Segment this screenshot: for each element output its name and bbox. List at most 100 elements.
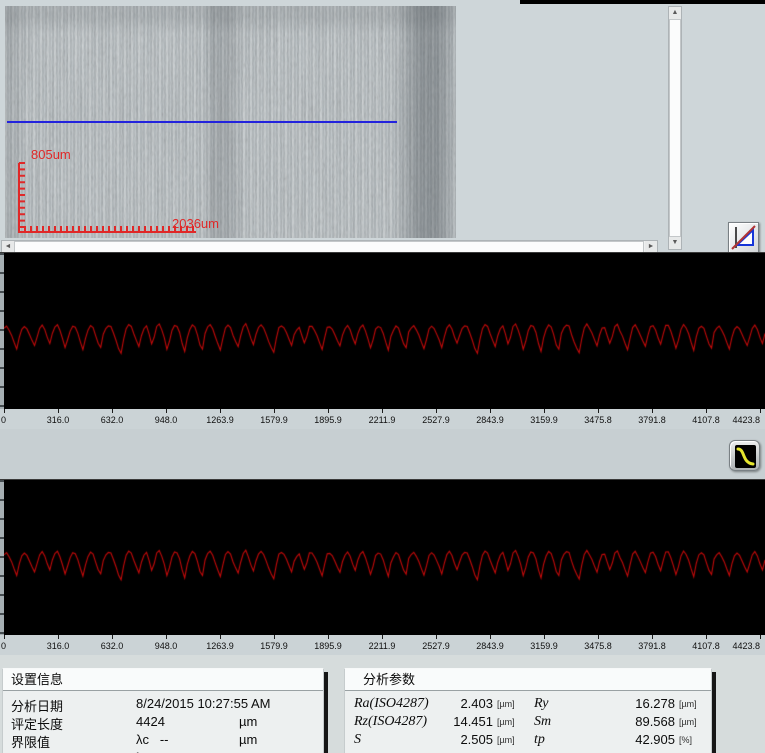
x-axis-tick [112, 409, 113, 413]
x-axis-tick [274, 409, 275, 413]
x-axis-tick-label: 1579.9 [260, 415, 288, 425]
x-axis-tick-label: 0 [1, 415, 6, 425]
x-axis-tick-label: 4423.8 [732, 415, 760, 425]
x-axis-tick-label: 4107.8 [692, 415, 720, 425]
x-axis-tick-label: 2843.9 [476, 415, 504, 425]
param-value: 16.278 [581, 696, 675, 711]
analysis-row-rz-sm: Rz(ISO4287) 14.451 [µm] Sm 89.568 [µm] [345, 714, 711, 732]
horizontal-scale-label: 2036um [172, 216, 219, 231]
param-value: 2.505 [401, 732, 493, 747]
x-axis-tick-label: 948.0 [155, 641, 178, 651]
x-axis-tick-label: 1895.9 [314, 641, 342, 651]
x-axis-tick-label: 4423.8 [732, 641, 760, 651]
param-name: Sm [534, 714, 551, 730]
profile-chart-top: 0316.0632.0948.01263.91579.91895.92211.9… [0, 252, 765, 429]
param-unit: [µm] [679, 717, 697, 727]
x-axis-tick-label: 1579.9 [260, 641, 288, 651]
x-axis-tick [382, 635, 383, 639]
x-axis-tick-label: 3475.8 [584, 641, 612, 651]
param-unit: [µm] [497, 735, 515, 745]
analysis-row-s-tp: S 2.505 [µm] tp 42.905 [%] [345, 732, 711, 750]
filter-settings-button[interactable] [729, 440, 760, 471]
analysis-panel-title: 分析参数 [345, 669, 711, 691]
angle-measure-icon [729, 223, 758, 252]
profile-trace-top [4, 253, 765, 409]
param-value: 14.451 [401, 714, 493, 729]
param-unit: [µm] [679, 699, 697, 709]
param-name: tp [534, 732, 545, 748]
scroll-down-icon[interactable]: ▼ [669, 237, 681, 249]
horizontal-scale-ruler [19, 226, 196, 232]
roughness-analyzer-window: 805um 2036um ▲ ▼ ◄ ► 0316.0632. [0, 0, 765, 753]
x-axis-tick [652, 409, 653, 413]
results-area: 设置信息 分析日期 8/24/2015 10:27:55 AM 评定长度 442… [0, 655, 765, 753]
x-axis-tick-label: 3791.8 [638, 641, 666, 651]
x-axis-tick [490, 409, 491, 413]
x-axis-tick-label: 3159.9 [530, 641, 558, 651]
vertical-scale-label: 805um [31, 147, 71, 162]
vertical-scroll-thumb[interactable] [669, 19, 681, 237]
x-axis-tick [220, 409, 221, 413]
row-label: 界限值 [11, 732, 50, 751]
param-value: 42.905 [581, 732, 675, 747]
analysis-parameters-panel: 分析参数 Ra(ISO4287) 2.403 [µm] Ry 16.278 [µ… [344, 668, 712, 753]
x-axis-tick [652, 635, 653, 639]
param-value: 89.568 [581, 714, 675, 729]
x-axis-tick [760, 409, 761, 413]
settings-info-panel: 设置信息 分析日期 8/24/2015 10:27:55 AM 评定长度 442… [2, 668, 324, 753]
x-axis-tick [328, 409, 329, 413]
param-unit: [%] [679, 735, 692, 745]
settings-row-date: 分析日期 8/24/2015 10:27:55 AM [3, 696, 323, 714]
x-axis-tick [436, 409, 437, 413]
param-unit: [µm] [497, 699, 515, 709]
param-name: Ry [534, 696, 549, 712]
param-unit: [µm] [497, 717, 515, 727]
x-axis-tick-label: 3159.9 [530, 415, 558, 425]
x-axis-tick [598, 409, 599, 413]
x-axis-tick-label: 2527.9 [422, 415, 450, 425]
analysis-row-ra-ry: Ra(ISO4287) 2.403 [µm] Ry 16.278 [µm] [345, 696, 711, 714]
x-axis-tick-label: 3475.8 [584, 415, 612, 425]
scroll-up-icon[interactable]: ▲ [669, 7, 681, 19]
row-label: 分析日期 [11, 696, 63, 715]
profile-trace-bottom [4, 480, 765, 635]
row-unit: µm [239, 732, 257, 747]
x-axis-tick [598, 635, 599, 639]
settings-rows: 分析日期 8/24/2015 10:27:55 AM 评定长度 4424 µm … [3, 691, 323, 753]
x-axis-tick-label: 4107.8 [692, 641, 720, 651]
x-axis-tick [760, 635, 761, 639]
row-value: λc -- [136, 732, 169, 747]
row-label: 评定长度 [11, 714, 63, 733]
x-axis-tick [544, 409, 545, 413]
x-axis-tick [490, 635, 491, 639]
x-axis-tick-label: 948.0 [155, 415, 178, 425]
x-axis-tick-label: 632.0 [101, 641, 124, 651]
vertical-scrollbar[interactable]: ▲ ▼ [668, 6, 682, 250]
row-value: 8/24/2015 10:27:55 AM [136, 696, 270, 711]
window-top-strip [520, 0, 765, 4]
profile-chart-bottom: 0316.0632.0948.01263.91579.91895.92211.9… [0, 479, 765, 655]
x-axis-tick [382, 409, 383, 413]
vertical-scale-ruler [19, 163, 25, 233]
x-axis-tick [58, 409, 59, 413]
row-unit: µm [239, 714, 257, 729]
x-axis-tick [4, 635, 5, 639]
x-axis-tick [4, 409, 5, 413]
profile-mode-tabband: 截面 粗糙度 起伏 混合 [0, 429, 765, 479]
analysis-rows: Ra(ISO4287) 2.403 [µm] Ry 16.278 [µm] Rz… [345, 691, 711, 750]
x-axis-tick-label: 3791.8 [638, 415, 666, 425]
angle-measure-tool-button[interactable] [728, 222, 759, 253]
row-value: 4424 [136, 714, 165, 729]
param-name: S [354, 732, 361, 748]
profile-plot-bottom [0, 479, 765, 635]
image-viewer: 805um 2036um ▲ ▼ ◄ ► [0, 0, 765, 253]
x-axis-tick [220, 635, 221, 639]
x-axis-tick [436, 635, 437, 639]
microscope-image[interactable]: 805um 2036um [5, 6, 456, 238]
x-axis-tick-label: 1895.9 [314, 415, 342, 425]
settings-panel-title: 设置信息 [3, 669, 323, 691]
x-axis-tick [706, 409, 707, 413]
x-axis-tick-label: 1263.9 [206, 641, 234, 651]
x-axis-tick [166, 635, 167, 639]
x-axis-bottom: 0316.0632.0948.01263.91579.91895.92211.9… [0, 635, 765, 655]
